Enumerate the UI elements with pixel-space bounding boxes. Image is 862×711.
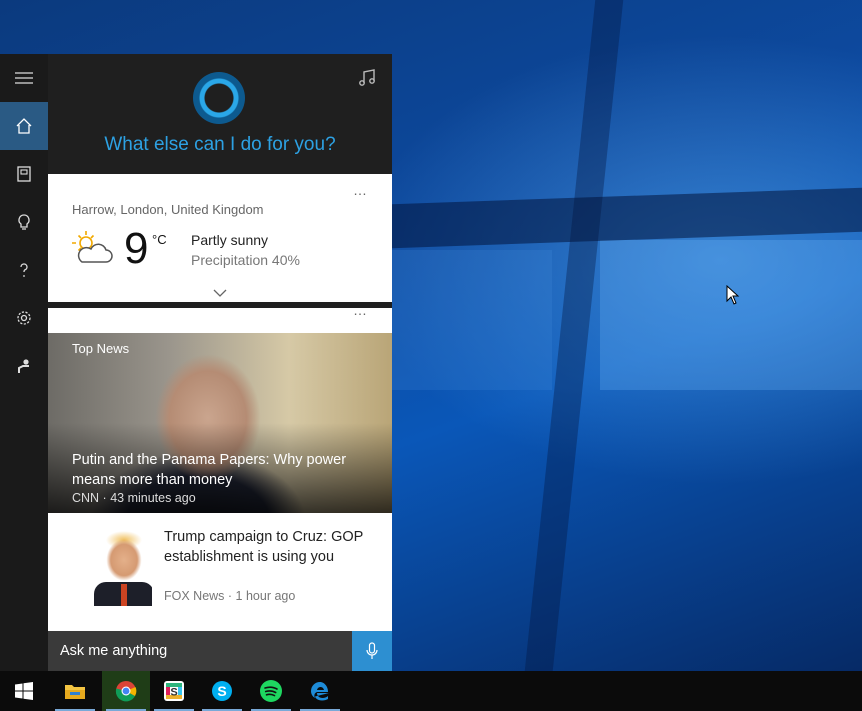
spotify-icon — [260, 680, 282, 702]
notebook-icon — [17, 166, 31, 182]
weather-more-button[interactable]: … — [353, 182, 368, 198]
weather-unit: °C — [152, 232, 167, 247]
feedback-button[interactable] — [0, 342, 48, 390]
edge-icon — [311, 682, 329, 701]
reminders-button[interactable] — [0, 198, 48, 246]
svg-text:S: S — [217, 683, 226, 699]
chrome-icon — [115, 681, 137, 702]
mouse-cursor-icon — [726, 285, 740, 305]
cortana-nav-rail — [0, 54, 48, 671]
music-note-icon[interactable] — [358, 68, 378, 88]
cortana-ring-icon[interactable] — [193, 72, 245, 124]
svg-text:S: S — [170, 687, 177, 699]
skype-icon: S — [212, 681, 232, 701]
weather-location: Harrow, London, United Kingdom — [72, 202, 264, 217]
taskbar-skype[interactable]: S — [198, 671, 246, 711]
home-icon — [16, 118, 32, 134]
headline-story[interactable]: Top News Putin and the Panama Papers: Wh… — [48, 333, 392, 513]
chevron-down-icon[interactable] — [213, 288, 227, 298]
question-icon — [20, 263, 28, 277]
weather-card[interactable]: … Harrow, London, United Kingdom 9 °C Pa… — [48, 174, 392, 302]
cortana-panel: What else can I do for you? … Harrow, Lo… — [0, 54, 392, 671]
taskbar-edge[interactable] — [296, 671, 344, 711]
help-button[interactable] — [0, 246, 48, 294]
hamburger-menu-button[interactable] — [0, 54, 48, 102]
folder-icon — [65, 685, 85, 699]
notebook-button[interactable] — [0, 150, 48, 198]
windows-logo-icon — [15, 682, 33, 700]
cortana-feed: … Harrow, London, United Kingdom 9 °C Pa… — [48, 174, 392, 631]
cortana-header: What else can I do for you? — [48, 54, 392, 174]
microphone-icon — [366, 642, 378, 659]
taskbar: S S — [0, 671, 862, 711]
cortana-greeting: What else can I do for you? — [104, 134, 336, 155]
search-input[interactable]: Ask me anything — [60, 643, 167, 659]
taskbar-spotify[interactable] — [247, 671, 295, 711]
feedback-icon — [18, 359, 29, 373]
taskbar-file-explorer[interactable] — [51, 671, 99, 711]
settings-button[interactable] — [0, 294, 48, 342]
headline-meta: CNN · 43 minutes ago — [72, 491, 196, 505]
taskbar-slack[interactable]: S — [150, 671, 198, 711]
hamburger-icon — [15, 72, 33, 84]
wallpaper-glow — [392, 250, 552, 390]
news-section-label: Top News — [72, 341, 130, 356]
headline-title: Putin and the Panama Papers: Why power m… — [72, 452, 347, 488]
story-title[interactable]: Trump campaign to Cruz: GOP establishmen… — [164, 527, 369, 567]
story-meta: FOX News · 1 hour ago — [164, 589, 296, 603]
slack-icon: S — [164, 681, 184, 701]
weather-temperature: 9 — [124, 224, 149, 273]
wallpaper-glow — [600, 240, 862, 390]
home-button[interactable] — [0, 102, 48, 150]
microphone-button[interactable] — [352, 631, 392, 671]
partly-sunny-icon — [72, 231, 113, 263]
news-card: … Top News Putin and the Panama Papers: … — [48, 302, 392, 631]
news-more-button[interactable]: … — [353, 302, 368, 318]
weather-precipitation: Precipitation 40% — [191, 252, 300, 268]
search-box[interactable]: Ask me anything — [48, 631, 392, 671]
gear-icon — [17, 311, 31, 325]
start-button[interactable] — [0, 671, 48, 711]
lightbulb-icon — [18, 214, 30, 230]
taskbar-chrome[interactable] — [102, 671, 150, 711]
weather-condition: Partly sunny — [191, 232, 269, 248]
thumbnail-figure — [121, 584, 127, 606]
story-thumbnail[interactable] — [72, 526, 152, 606]
